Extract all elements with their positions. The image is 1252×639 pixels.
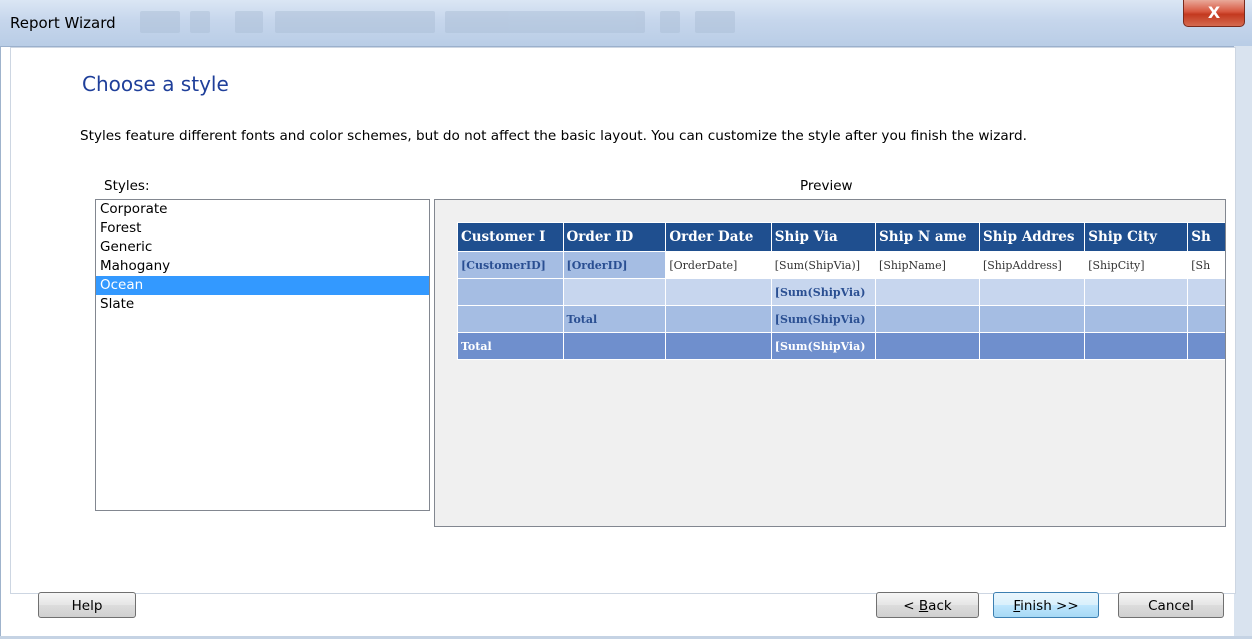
preview-cell xyxy=(875,332,980,360)
preview-cell: Total xyxy=(457,332,564,360)
finish-button-label: Finish >> xyxy=(1013,598,1079,614)
style-item-slate[interactable]: Slate xyxy=(96,295,429,314)
preview-header-cell: Ship City xyxy=(1084,222,1189,252)
preview-header-cell: Customer I xyxy=(457,222,564,252)
preview-cell: [OrderDate] xyxy=(665,251,772,279)
help-button[interactable]: Help xyxy=(38,592,136,618)
preview-header-cell: Order ID xyxy=(562,222,667,252)
preview-cell xyxy=(978,332,1086,360)
window-frame-right xyxy=(1234,46,1252,639)
style-item-ocean[interactable]: Ocean xyxy=(96,276,429,295)
title-bar[interactable]: Report Wizard X xyxy=(0,0,1252,47)
preview-label: Preview xyxy=(800,178,853,194)
preview-cell xyxy=(875,305,980,333)
preview-header-row: Customer I Order ID Order Date Ship Via … xyxy=(457,222,1225,252)
preview-table: Customer I Order ID Order Date Ship Via … xyxy=(457,222,1225,360)
preview-cell xyxy=(978,305,1086,333)
window-title: Report Wizard xyxy=(10,14,116,32)
preview-subtotal-row: [Sum(ShipVia) xyxy=(457,278,1225,306)
preview-cell: Total xyxy=(562,305,667,333)
preview-cell xyxy=(1187,305,1225,333)
preview-cell: [Sh xyxy=(1187,251,1225,279)
preview-cell xyxy=(978,278,1086,306)
preview-cell xyxy=(1084,332,1189,360)
preview-cell xyxy=(457,305,564,333)
preview-cell: [OrderID] xyxy=(562,251,667,279)
preview-cell: [ShipName] xyxy=(875,251,980,279)
style-item-forest[interactable]: Forest xyxy=(96,219,429,238)
cancel-button[interactable]: Cancel xyxy=(1118,592,1224,618)
style-item-generic[interactable]: Generic xyxy=(96,238,429,257)
preview-cell xyxy=(562,278,667,306)
preview-cell: [Sum(ShipVia) xyxy=(770,332,877,360)
preview-cell: [Sum(ShipVia) xyxy=(770,305,877,333)
style-item-mahogany[interactable]: Mahogany xyxy=(96,257,429,276)
preview-table-container: Customer I Order ID Order Date Ship Via … xyxy=(457,222,1225,362)
preview-panel: Customer I Order ID Order Date Ship Via … xyxy=(434,199,1226,527)
preview-cell: [ShipAddress] xyxy=(978,251,1086,279)
back-button[interactable]: < Back xyxy=(876,592,979,618)
page-heading: Choose a style xyxy=(82,72,229,96)
preview-cell xyxy=(875,278,980,306)
page-description: Styles feature different fonts and color… xyxy=(80,128,1027,144)
styles-listbox[interactable]: Corporate Forest Generic Mahogany Ocean … xyxy=(95,199,430,511)
preview-header-cell: Sh xyxy=(1187,222,1225,252)
preview-cell xyxy=(665,278,772,306)
preview-cell xyxy=(1187,278,1225,306)
preview-cell xyxy=(665,305,772,333)
finish-button[interactable]: Finish >> xyxy=(993,592,1099,618)
styles-label: Styles: xyxy=(104,178,150,194)
preview-group-total-row: Total [Sum(ShipVia) xyxy=(457,305,1225,333)
preview-cell: [Sum(ShipVia)] xyxy=(770,251,877,279)
background-toolbar xyxy=(140,7,820,37)
preview-cell: [Sum(ShipVia) xyxy=(770,278,877,306)
preview-header-cell: Order Date xyxy=(665,222,772,252)
preview-cell xyxy=(1084,278,1189,306)
back-button-label: < Back xyxy=(903,598,952,614)
preview-grand-total-row: Total [Sum(ShipVia) xyxy=(457,332,1225,360)
close-icon: X xyxy=(1207,3,1221,22)
preview-cell xyxy=(665,332,772,360)
preview-cell xyxy=(1084,305,1189,333)
preview-cell xyxy=(1187,332,1225,360)
preview-cell xyxy=(457,278,564,306)
preview-detail-row: [CustomerID] [OrderID] [OrderDate] [Sum(… xyxy=(457,251,1225,279)
style-item-corporate[interactable]: Corporate xyxy=(96,200,429,219)
preview-header-cell: Ship Addres xyxy=(978,222,1086,252)
preview-cell: [CustomerID] xyxy=(457,251,564,279)
preview-cell xyxy=(562,332,667,360)
preview-header-cell: Ship Via xyxy=(770,222,877,252)
preview-header-cell: Ship N ame xyxy=(875,222,980,252)
close-button[interactable]: X xyxy=(1183,0,1245,27)
preview-cell: [ShipCity] xyxy=(1084,251,1189,279)
